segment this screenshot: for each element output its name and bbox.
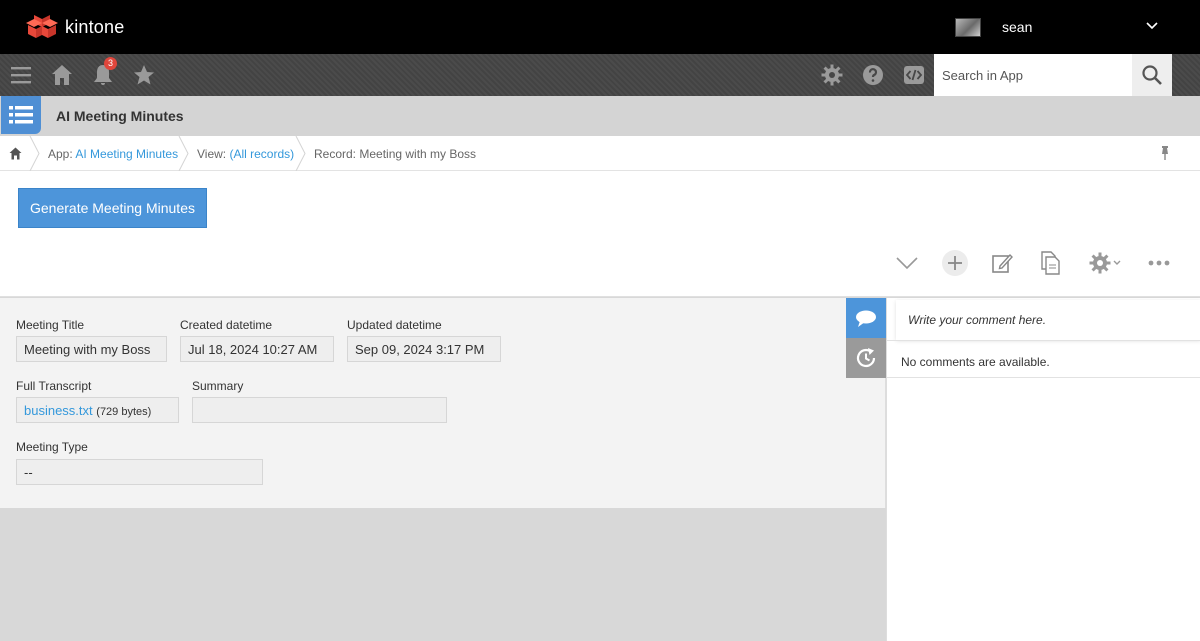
summary-label: Summary: [192, 379, 244, 393]
chevron-down-icon[interactable]: [1145, 19, 1159, 33]
breadcrumb-separator: [29, 136, 40, 171]
brand[interactable]: kintone: [26, 14, 124, 40]
history-tab[interactable]: [846, 338, 886, 378]
nav-bar: 3: [0, 54, 1200, 96]
side-panel-tabs: [846, 298, 886, 378]
app-title: AI Meeting Minutes: [56, 108, 184, 124]
expand-button[interactable]: [893, 248, 921, 278]
edit-record-button[interactable]: [988, 248, 1016, 278]
app-icon[interactable]: [1, 96, 41, 134]
brand-name: kintone: [65, 16, 125, 37]
full-transcript-field: business.txt (729 bytes): [16, 397, 179, 423]
breadcrumb-app: App: AI Meeting Minutes: [48, 147, 178, 161]
top-bar: kintone sean: [0, 0, 1200, 54]
pin-icon[interactable]: [1159, 145, 1171, 161]
chevron-down-icon: [1113, 260, 1121, 265]
home-icon[interactable]: [50, 63, 74, 87]
user-avatar[interactable]: [955, 18, 981, 37]
duplicate-record-button[interactable]: [1036, 248, 1064, 278]
created-datetime-label: Created datetime: [180, 318, 273, 332]
meeting-title-field: Meeting with my Boss: [16, 336, 167, 362]
transcript-file-size: (729 bytes): [96, 406, 152, 418]
breadcrumb-view-prefix: View:: [197, 147, 230, 161]
settings-gear-icon: [1089, 252, 1111, 274]
breadcrumb-app-prefix: App:: [48, 147, 76, 161]
more-icon: [1148, 260, 1170, 266]
record-settings-button[interactable]: [1084, 248, 1126, 278]
plus-icon: [942, 250, 968, 276]
edit-icon: [992, 253, 1013, 273]
add-record-button[interactable]: [940, 248, 970, 278]
search-input[interactable]: [934, 54, 1132, 96]
generate-meeting-minutes-button[interactable]: Generate Meeting Minutes: [18, 188, 207, 228]
duplicate-icon: [1041, 251, 1060, 275]
more-options-button[interactable]: [1145, 248, 1173, 278]
breadcrumb: App: AI Meeting Minutes View: (All recor…: [0, 136, 1200, 171]
app-header: AI Meeting Minutes: [0, 96, 1200, 136]
meeting-type-field: --: [16, 459, 263, 485]
comment-bubble-icon: [856, 310, 876, 327]
breadcrumb-view-link[interactable]: (All records): [229, 147, 294, 161]
breadcrumb-separator: [178, 136, 189, 171]
breadcrumb-view: View: (All records): [197, 147, 294, 161]
home-icon[interactable]: [9, 147, 22, 160]
comments-tab[interactable]: [846, 298, 886, 338]
user-name[interactable]: sean: [1002, 19, 1032, 35]
updated-datetime-label: Updated datetime: [347, 318, 442, 332]
transcript-file-link[interactable]: business.txt: [24, 403, 93, 418]
updated-datetime-field: Sep 09, 2024 3:17 PM: [347, 336, 501, 362]
record-action-area: Generate Meeting Minutes: [0, 171, 1200, 297]
search-button[interactable]: [1132, 54, 1172, 96]
code-icon[interactable]: [902, 63, 926, 87]
breadcrumb-record: Record: Meeting with my Boss: [314, 147, 477, 161]
history-icon: [856, 348, 876, 368]
chevron-down-icon: [896, 257, 918, 270]
breadcrumb-separator: [295, 136, 306, 171]
full-transcript-label: Full Transcript: [16, 379, 92, 393]
comment-input[interactable]: [896, 300, 1200, 340]
settings-gear-icon[interactable]: [820, 63, 844, 87]
meeting-title-label: Meeting Title: [16, 318, 85, 332]
notification-badge: 3: [104, 57, 117, 70]
record-form: Meeting Title Meeting with my Boss Creat…: [0, 298, 886, 508]
search-icon: [1142, 65, 1162, 85]
no-comments-message: No comments are available.: [887, 340, 1200, 378]
kintone-logo-icon: [26, 15, 58, 38]
comment-panel: No comments are available.: [886, 298, 1200, 641]
summary-field: [192, 397, 447, 423]
meeting-type-label: Meeting Type: [16, 440, 88, 454]
list-icon: [9, 106, 33, 124]
breadcrumb-app-link[interactable]: AI Meeting Minutes: [75, 147, 178, 161]
created-datetime-field: Jul 18, 2024 10:27 AM: [180, 336, 334, 362]
menu-icon[interactable]: [9, 63, 33, 87]
help-icon[interactable]: [861, 63, 885, 87]
star-icon[interactable]: [132, 63, 156, 87]
